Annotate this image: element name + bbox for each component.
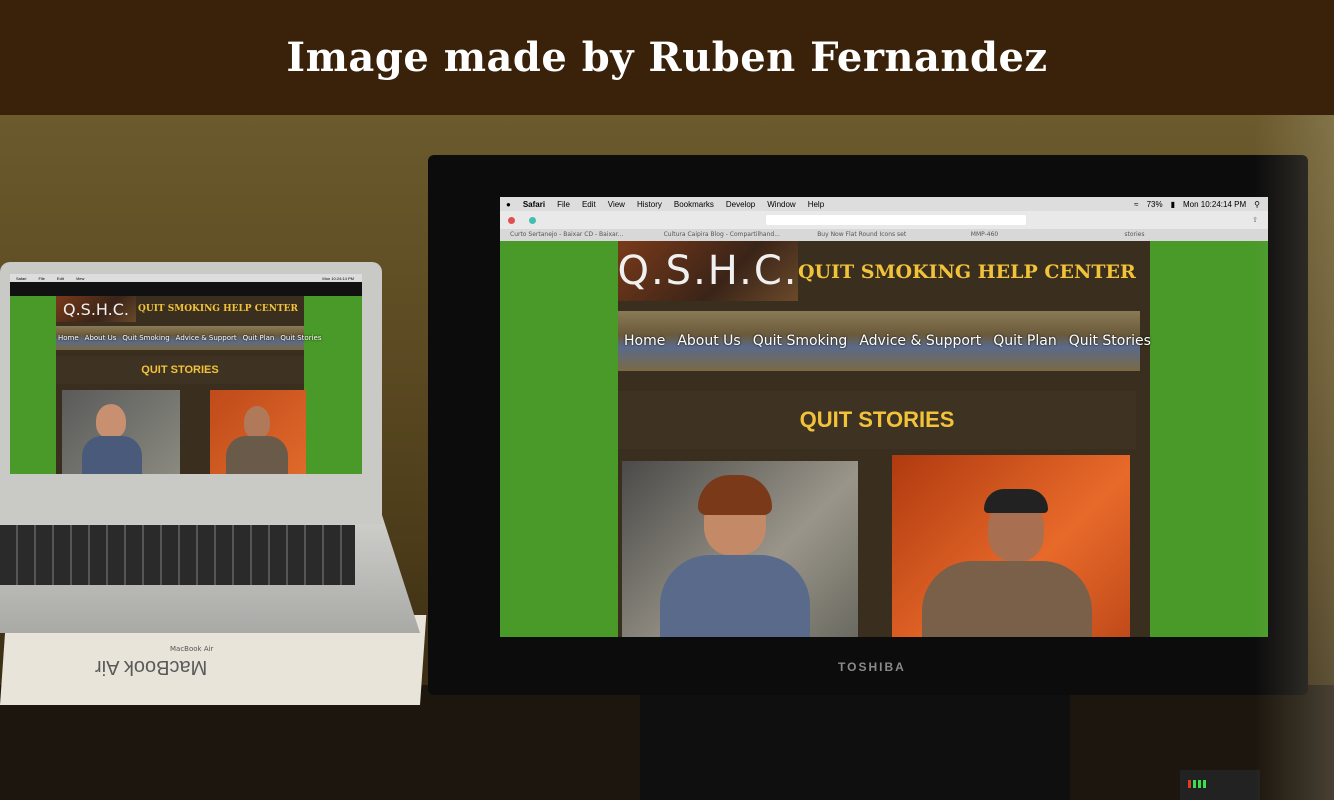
address-bar[interactable] bbox=[766, 215, 1026, 225]
menu-history[interactable]: History bbox=[637, 200, 662, 209]
laptop-clock: Mon 10:24:14 PM bbox=[322, 275, 354, 281]
menu-safari[interactable]: Safari bbox=[523, 200, 545, 209]
heading-bar: QUIT STORIES bbox=[618, 391, 1136, 449]
monitor-screen: ● Safari File Edit View History Bookmark… bbox=[500, 197, 1268, 637]
laptop-heading-bar: QUIT STORIES bbox=[56, 356, 304, 384]
monitor-stand bbox=[640, 695, 1070, 800]
laptop-brand: MacBook Air bbox=[170, 645, 214, 653]
tab[interactable]: MMP-460 bbox=[961, 229, 1115, 241]
monitor-brand: TOSHIBA bbox=[838, 660, 906, 674]
close-window-icon[interactable] bbox=[508, 216, 515, 224]
nav-about-us[interactable]: About Us bbox=[677, 333, 740, 349]
laptop-menu-item[interactable]: View bbox=[76, 276, 85, 281]
menu-bookmarks[interactable]: Bookmarks bbox=[674, 200, 714, 209]
tab-active[interactable]: stories bbox=[1114, 229, 1268, 241]
laptop-story-photo-1[interactable] bbox=[62, 390, 180, 474]
website: Q.S.H.C. QUIT SMOKING HELP CENTER Home A… bbox=[500, 241, 1268, 637]
menu-help[interactable]: Help bbox=[808, 200, 824, 209]
site-name: QUIT SMOKING HELP CENTER bbox=[798, 261, 1136, 283]
laptop-nav-quit-plan[interactable]: Quit Plan bbox=[243, 334, 275, 342]
laptop-nav: Home About Us Quit Smoking Advice & Supp… bbox=[56, 326, 321, 350]
laptop-site-name: QUIT SMOKING HELP CENTER bbox=[138, 304, 298, 314]
clock[interactable]: Mon 10:24:14 PM bbox=[1183, 200, 1246, 209]
laptop-nav-quit-stories[interactable]: Quit Stories bbox=[280, 334, 321, 342]
laptop-nav-quit-smoking[interactable]: Quit Smoking bbox=[122, 334, 169, 342]
browser-toolbar: ⇧ bbox=[500, 211, 1268, 230]
menubar: ● Safari File Edit View History Bookmark… bbox=[500, 197, 1268, 211]
banner-title: Image made by Ruben Fernandez bbox=[286, 34, 1048, 81]
tab-bar: Curto Sertanejo - Baixar CD - Baixar... … bbox=[500, 229, 1268, 241]
site-logo[interactable]: Q.S.H.C. bbox=[617, 241, 798, 301]
laptop-keyboard bbox=[0, 525, 355, 585]
laptop-site: Q.S.H.C. QUIT SMOKING HELP CENTER Home A… bbox=[10, 296, 362, 474]
router bbox=[1180, 770, 1260, 800]
nav-quit-stories[interactable]: Quit Stories bbox=[1069, 333, 1151, 349]
menu-view[interactable]: View bbox=[608, 200, 625, 209]
laptop-nav-home[interactable]: Home bbox=[58, 334, 79, 342]
share-icon[interactable]: ⇧ bbox=[1252, 216, 1258, 224]
menu-edit[interactable]: Edit bbox=[582, 200, 596, 209]
laptop-nav-advice[interactable]: Advice & Support bbox=[176, 334, 237, 342]
photo-scene: MacBook Air Safari File Edit View Mon 10… bbox=[0, 115, 1334, 800]
nav-quit-plan[interactable]: Quit Plan bbox=[993, 333, 1057, 349]
menu-develop[interactable]: Develop bbox=[726, 200, 755, 209]
nav-quit-smoking[interactable]: Quit Smoking bbox=[753, 333, 848, 349]
laptop-menu-item[interactable]: File bbox=[38, 276, 44, 281]
laptop-logo[interactable]: Q.S.H.C. bbox=[56, 296, 136, 322]
laptop-menu-item[interactable]: Edit bbox=[57, 276, 64, 281]
laptop-menubar: Safari File Edit View Mon 10:24:14 PM bbox=[10, 274, 362, 282]
macbook-box-label: MacBook Air bbox=[95, 656, 208, 678]
page-heading: QUIT STORIES bbox=[799, 407, 955, 432]
laptop-menu-item[interactable]: Safari bbox=[16, 276, 26, 281]
wifi-icon[interactable]: ≈ bbox=[1134, 200, 1138, 209]
laptop-nav-about[interactable]: About Us bbox=[85, 334, 117, 342]
apple-icon[interactable]: ● bbox=[506, 200, 511, 209]
spotlight-icon[interactable]: ⚲ bbox=[1254, 200, 1260, 209]
menu-file[interactable]: File bbox=[557, 200, 570, 209]
monitor: ● Safari File Edit View History Bookmark… bbox=[428, 155, 1308, 695]
story-photo-2[interactable] bbox=[892, 455, 1130, 637]
laptop-page-heading: QUIT STORIES bbox=[141, 364, 219, 376]
site-nav: Home About Us Quit Smoking Advice & Supp… bbox=[618, 311, 1151, 371]
laptop-screen: Safari File Edit View Mon 10:24:14 PM Q.… bbox=[10, 274, 362, 474]
menu-window[interactable]: Window bbox=[767, 200, 795, 209]
battery-icon[interactable]: ▮ bbox=[1171, 200, 1175, 209]
battery-percent[interactable]: 73% bbox=[1147, 200, 1163, 209]
tab[interactable]: Cultura Caipira Blog - Compartilhand... bbox=[654, 229, 808, 241]
tab[interactable]: Buy Now Flat Round Icons set bbox=[807, 229, 961, 241]
laptop-lid: Safari File Edit View Mon 10:24:14 PM Q.… bbox=[0, 262, 382, 653]
tab[interactable]: Curto Sertanejo - Baixar CD - Baixar... bbox=[500, 229, 654, 241]
nav-advice-support[interactable]: Advice & Support bbox=[859, 333, 981, 349]
image-banner: Image made by Ruben Fernandez bbox=[0, 0, 1334, 115]
story-photo-1[interactable] bbox=[622, 461, 858, 637]
laptop-story-photo-2[interactable] bbox=[210, 390, 306, 474]
zoom-window-icon[interactable] bbox=[529, 216, 536, 224]
nav-home[interactable]: Home bbox=[624, 333, 665, 349]
